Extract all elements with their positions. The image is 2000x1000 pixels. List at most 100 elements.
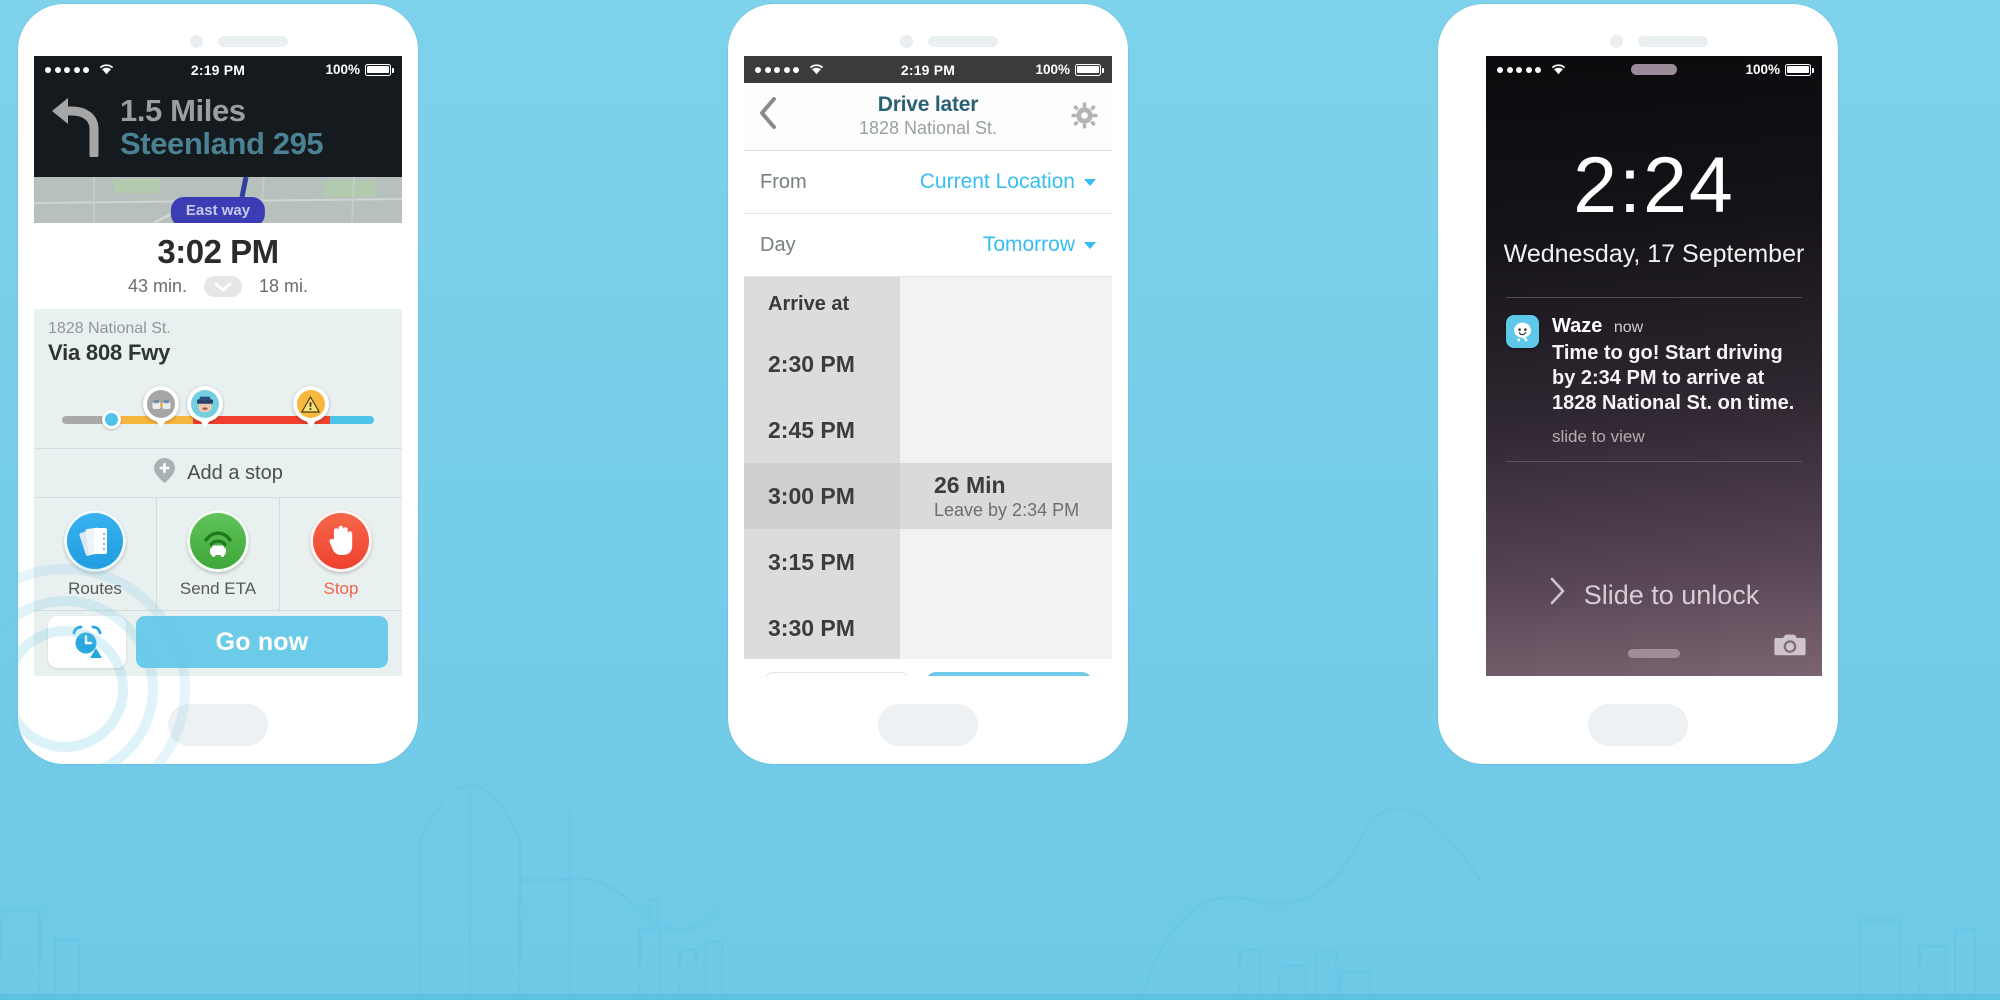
- traffic-timeline[interactable]: [48, 366, 388, 448]
- battery-icon: [1075, 63, 1105, 76]
- battery-percent: 100%: [325, 62, 360, 77]
- time-row-selected[interactable]: 3:00 PM 26 Min Leave by 2:34 PM: [744, 463, 1112, 529]
- time-row[interactable]: 2:45 PM: [744, 397, 1112, 463]
- chevron-right-icon: [1549, 576, 1566, 614]
- eta-duration: 43 min.: [127, 276, 187, 296]
- status-battery-group: 100%: [1745, 62, 1815, 77]
- bottom-band: [0, 994, 2000, 1000]
- traffic-jam-icon[interactable]: [143, 386, 180, 428]
- from-row[interactable]: From Current Location: [744, 151, 1112, 214]
- eta-arrival-time: 3:02 PM: [157, 233, 279, 270]
- turn-distance: 1.5 Miles: [120, 93, 246, 129]
- battery-icon: [1785, 63, 1815, 76]
- leave-by-text: Leave by 2:34 PM: [934, 499, 1080, 520]
- back-chevron-icon[interactable]: [758, 96, 798, 136]
- phone-1-screen: 2:19 PM 100% 1.5 Miles Steenland 295 Eas…: [34, 56, 402, 676]
- police-icon[interactable]: [187, 386, 224, 428]
- camera-icon[interactable]: [1774, 632, 1806, 662]
- add-stop-button[interactable]: Add a stop: [34, 448, 402, 497]
- lock-date: Wednesday, 17 September: [1503, 240, 1805, 268]
- day-value[interactable]: Tomorrow: [983, 233, 1096, 257]
- home-button[interactable]: [168, 704, 268, 746]
- chevron-down-icon[interactable]: [204, 276, 242, 297]
- battery-icon: [365, 63, 395, 76]
- time-row[interactable]: 2:30 PM: [744, 331, 1112, 397]
- phone-speaker-bar: [218, 36, 288, 47]
- notification-content: Waze now Time to go! Start driving by 2:…: [1552, 315, 1802, 447]
- arrival-time-picker[interactable]: Arrive at 2:30 PM 2:45 PM 3:00 PM 26 Min…: [744, 277, 1112, 659]
- lock-clock: 2:24: [1573, 140, 1735, 229]
- stop-button[interactable]: Stop: [280, 498, 402, 610]
- status-battery-group: 100%: [1035, 62, 1105, 77]
- routes-button[interactable]: Routes: [34, 498, 157, 610]
- notification-body: Time to go! Start driving by 2:34 PM to …: [1552, 342, 1795, 415]
- wifi-icon: [1550, 62, 1567, 78]
- caret-down-icon: [1084, 178, 1096, 186]
- status-bar: 100%: [1486, 56, 1822, 83]
- set-button[interactable]: Set: [926, 672, 1092, 676]
- dialog-buttons: Cancel Set: [744, 659, 1112, 676]
- phone-2-frame: 2:19 PM 100% Drive later 1828 National S…: [728, 4, 1128, 764]
- turn-street: Steenland 295: [120, 126, 324, 161]
- day-value-text: Tomorrow: [982, 233, 1075, 256]
- selected-time-detail: 26 Min Leave by 2:34 PM: [886, 463, 1112, 529]
- time-row[interactable]: 3:30 PM: [744, 595, 1112, 659]
- gear-icon[interactable]: [1058, 102, 1098, 129]
- page-title: Drive later: [877, 92, 979, 116]
- notification-card[interactable]: Waze now Time to go! Start driving by 2:…: [1486, 298, 1822, 447]
- time-label: 3:15 PM: [744, 529, 900, 595]
- routes-label: Routes: [68, 578, 122, 598]
- phone-camera-dot: [1610, 35, 1623, 48]
- notification-timestamp: now: [1613, 319, 1644, 336]
- home-button[interactable]: [878, 704, 978, 746]
- current-position-dot: [102, 410, 122, 429]
- phone-3-frame: 100% 2:24 Wednesday, 17 September Waze n…: [1438, 4, 1838, 764]
- phone-3-screen: 100% 2:24 Wednesday, 17 September Waze n…: [1486, 56, 1822, 676]
- arrive-at-label: Arrive at: [744, 277, 900, 331]
- lock-screen[interactable]: 100% 2:24 Wednesday, 17 September Waze n…: [1486, 56, 1822, 676]
- notification-slide-hint: slide to view: [1552, 426, 1645, 446]
- phone-2-screen: 2:19 PM 100% Drive later 1828 National S…: [744, 56, 1112, 676]
- go-now-bar: Go now: [34, 610, 402, 676]
- hazard-warning-icon[interactable]: [292, 386, 329, 428]
- signal-dots-icon: [1497, 66, 1541, 73]
- eta-panel[interactable]: 3:02 PM 43 min. 18 mi.: [34, 223, 402, 309]
- home-button[interactable]: [1588, 704, 1688, 746]
- waze-app-icon: [1506, 315, 1539, 348]
- stop-hand-icon: [310, 509, 372, 572]
- routes-cards-icon: [64, 509, 126, 572]
- go-now-button[interactable]: Go now: [136, 616, 388, 668]
- from-value-text: Current Location: [919, 170, 1075, 193]
- from-value[interactable]: Current Location: [920, 170, 1096, 194]
- slide-to-unlock-label: Slide to unlock: [1583, 579, 1760, 610]
- navigation-text: 1.5 Miles Steenland 295: [120, 93, 324, 161]
- destination-address: 1828 National St.: [48, 320, 171, 337]
- caret-down-icon: [1084, 241, 1096, 249]
- time-label: 2:45 PM: [744, 397, 900, 463]
- day-row[interactable]: Day Tomorrow: [744, 214, 1112, 277]
- notification-app-name: Waze: [1552, 315, 1603, 337]
- cancel-button[interactable]: Cancel: [764, 672, 911, 676]
- destination-via: Via 808 Fwy: [48, 340, 171, 365]
- alarm-clock-icon[interactable]: [48, 616, 126, 668]
- lock-indicator-pill: [1631, 64, 1677, 75]
- slide-to-unlock[interactable]: Slide to unlock: [1486, 576, 1822, 614]
- phone-camera-dot: [190, 35, 203, 48]
- page-subtitle: 1828 National St.: [858, 117, 998, 138]
- time-row[interactable]: 3:15 PM: [744, 529, 1112, 595]
- time-label: 3:00 PM: [744, 463, 900, 529]
- map-preview[interactable]: East way: [34, 177, 402, 223]
- status-bar: 2:19 PM 100%: [34, 56, 402, 83]
- home-indicator: [1628, 649, 1680, 658]
- add-stop-label: Add a stop: [187, 461, 283, 484]
- phone-camera-dot: [900, 35, 913, 48]
- navigation-instruction: 1.5 Miles Steenland 295: [34, 83, 402, 177]
- status-battery-group: 100%: [325, 62, 395, 77]
- drive-later-header: Drive later 1828 National St.: [744, 83, 1112, 151]
- send-eta-car-icon: [187, 509, 249, 572]
- send-eta-button[interactable]: Send ETA: [157, 498, 280, 610]
- stop-label: Stop: [323, 578, 359, 598]
- battery-percent: 100%: [1035, 62, 1070, 77]
- phone-1-frame: 2:19 PM 100% 1.5 Miles Steenland 295 Eas…: [0, 4, 418, 814]
- time-label: 2:30 PM: [744, 331, 900, 397]
